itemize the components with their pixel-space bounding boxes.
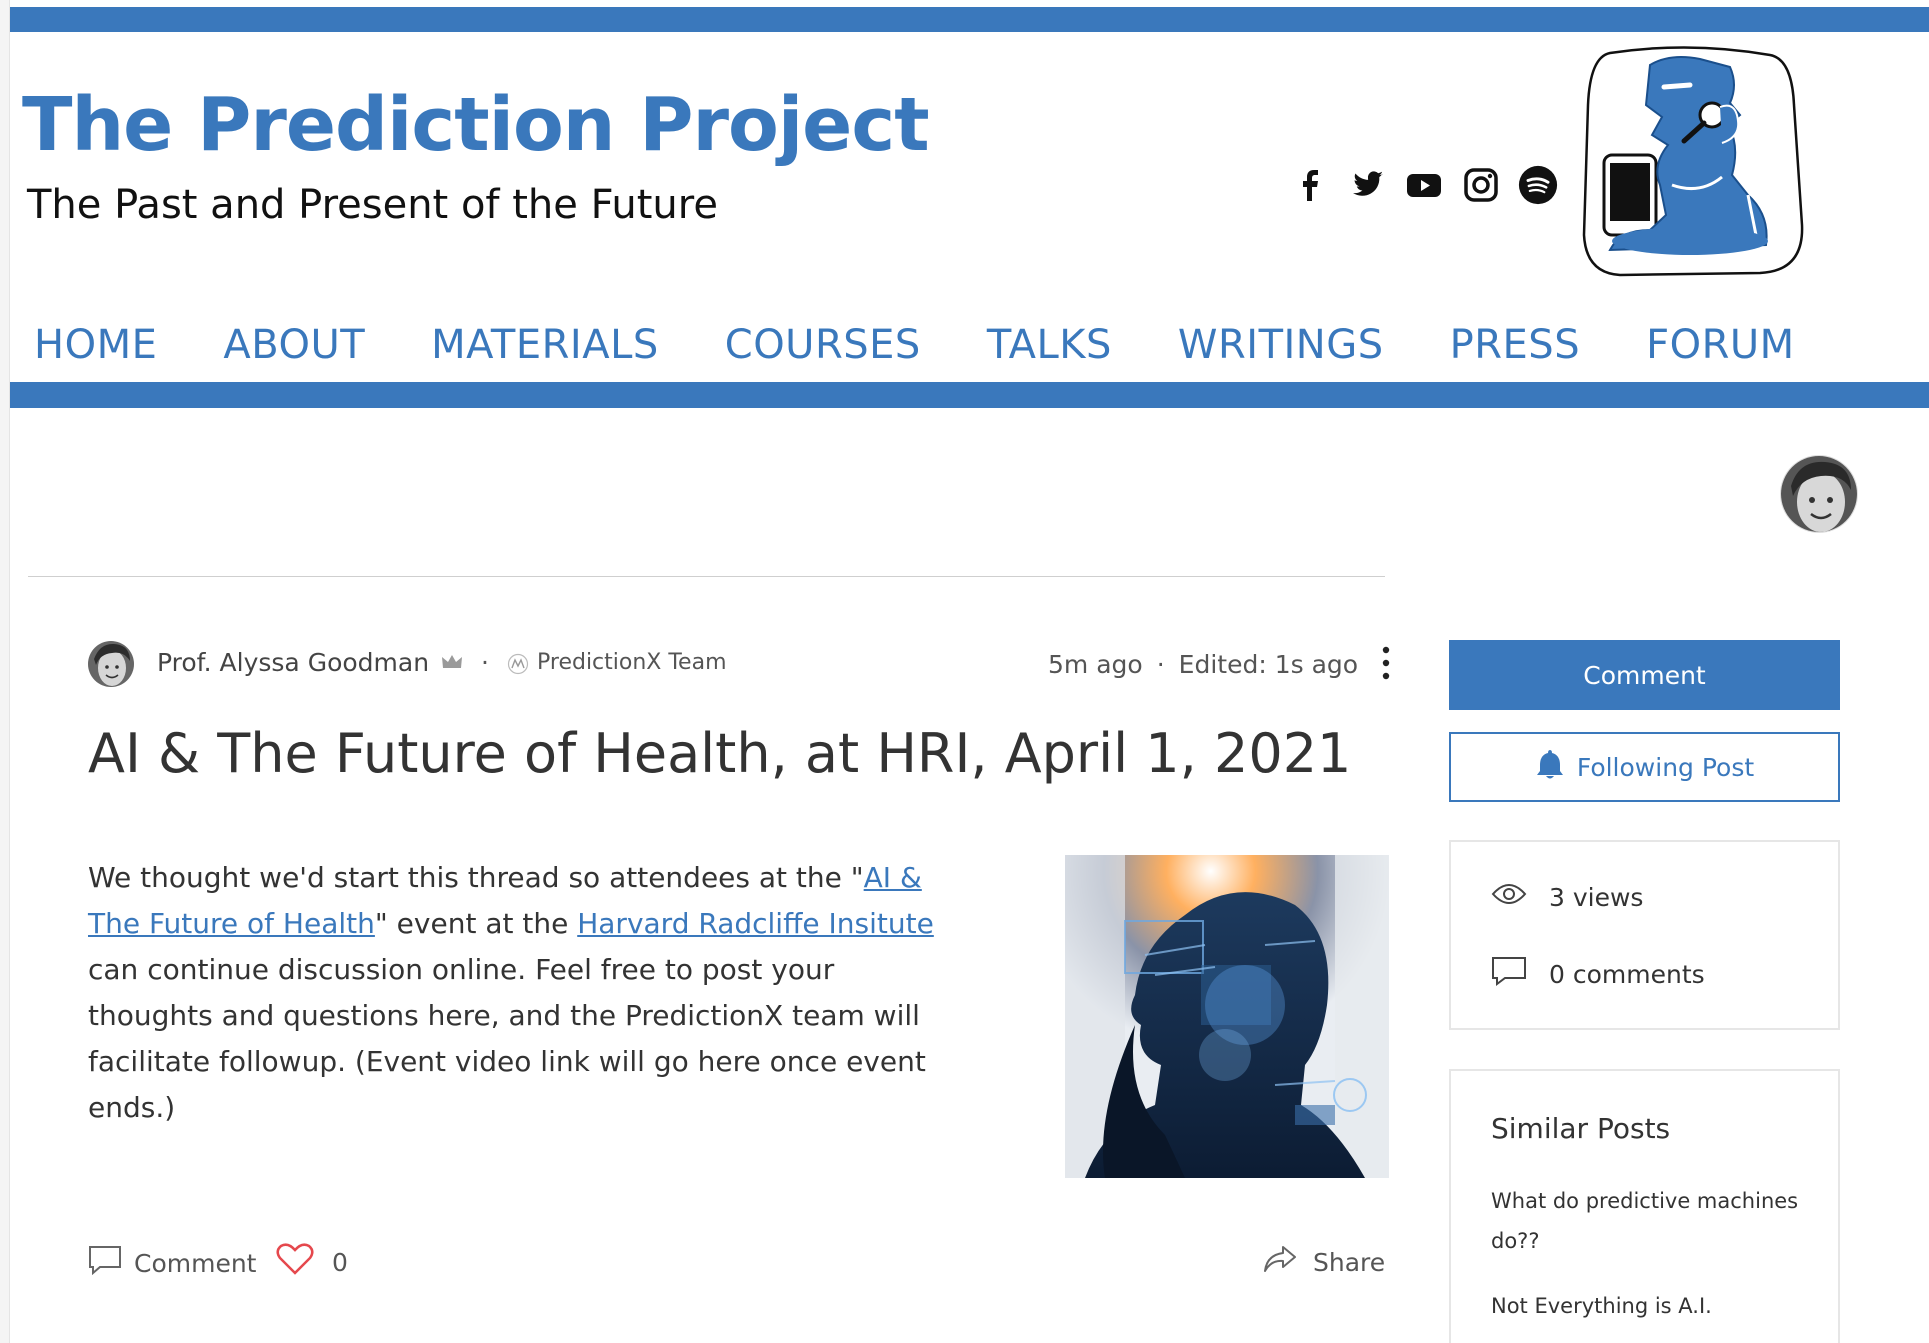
post-comment-label: Comment (134, 1248, 257, 1278)
site-tagline: The Past and Present of the Future (27, 182, 718, 228)
divider (28, 576, 1385, 577)
nav-item-courses[interactable]: COURSES (725, 322, 921, 368)
following-post-label: Following Post (1576, 752, 1755, 782)
post-share-action[interactable]: Share (1263, 1245, 1385, 1279)
nav-item-writings[interactable]: WRITINGS (1178, 322, 1384, 368)
bell-icon (1535, 748, 1565, 786)
more-actions-icon[interactable] (1379, 645, 1393, 681)
nav-item-forum[interactable]: FORUM (1646, 322, 1795, 368)
twitter-icon[interactable] (1347, 165, 1387, 205)
post-body-text-1: We thought we'd start this thread so att… (88, 861, 864, 894)
similar-post-item[interactable]: What do predictive machines do?? (1491, 1181, 1811, 1261)
views-count: 3 views (1549, 882, 1644, 912)
like-count: 0 (332, 1247, 348, 1277)
author-name[interactable]: Prof. Alyssa Goodman (157, 648, 429, 677)
window-edge (0, 0, 10, 1343)
post-title: AI & The Future of Health, at HRI, April… (88, 722, 1352, 785)
comment-icon (88, 1245, 122, 1281)
posted-time: 5m ago (1048, 650, 1143, 679)
eye-icon (1491, 882, 1527, 912)
user-avatar[interactable] (1780, 455, 1858, 533)
post-stats-card: 3 views 0 comments (1449, 840, 1840, 1030)
facebook-icon[interactable] (1290, 165, 1330, 205)
edited-time: Edited: 1s ago (1178, 650, 1359, 679)
social-bar (1290, 165, 1558, 205)
post-like-action[interactable]: 0 (276, 1243, 348, 1281)
post-meta: Prof. Alyssa Goodman · PredictionX Team (157, 648, 727, 677)
meta-separator: · (481, 648, 489, 677)
heart-icon[interactable] (276, 1243, 314, 1281)
author-team[interactable]: PredictionX Team (537, 650, 727, 675)
instagram-icon[interactable] (1461, 165, 1501, 205)
following-post-button[interactable]: Following Post (1449, 732, 1840, 802)
page: The Prediction Project The Past and Pres… (0, 0, 1929, 1343)
comment-button[interactable]: Comment (1449, 640, 1840, 710)
site-logo[interactable] (1580, 45, 1805, 277)
similar-posts-title: Similar Posts (1491, 1112, 1671, 1145)
nav-item-home[interactable]: HOME (34, 322, 157, 368)
post-timestamps: 5m ago · Edited: 1s ago (1048, 650, 1358, 679)
nav-item-talks[interactable]: TALKS (987, 322, 1112, 368)
time-separator: · (1156, 650, 1165, 679)
youtube-icon[interactable] (1404, 165, 1444, 205)
comments-count: 0 comments (1549, 959, 1705, 989)
nav-bottom-stripe (10, 382, 1929, 408)
similar-post-item[interactable]: Not Everything is A.I. (1491, 1286, 1811, 1326)
team-badge-icon (507, 652, 529, 674)
nav-item-about[interactable]: ABOUT (223, 322, 365, 368)
nav-item-press[interactable]: PRESS (1450, 322, 1580, 368)
site-title[interactable]: The Prediction Project (22, 82, 930, 168)
spotify-icon[interactable] (1518, 165, 1558, 205)
comments-stat: 0 comments (1491, 956, 1705, 992)
similar-posts-card: Similar Posts What do predictive machine… (1449, 1069, 1840, 1343)
main-nav: HOME ABOUT MATERIALS COURSES TALKS WRITI… (34, 322, 1795, 368)
post-body: We thought we'd start this thread so att… (88, 855, 958, 1131)
post-comment-action[interactable]: Comment (88, 1245, 257, 1281)
institute-link[interactable]: Harvard Radcliffe Insitute (577, 907, 934, 940)
crown-icon (441, 648, 463, 677)
views-stat: 3 views (1491, 882, 1643, 912)
share-icon (1263, 1245, 1297, 1279)
header-top-stripe (10, 7, 1929, 32)
share-label: Share (1313, 1247, 1386, 1277)
post-image[interactable] (1065, 855, 1389, 1178)
post-body-text-2: " event at the (374, 907, 578, 940)
post-body-text-3: can continue discussion online. Feel fre… (88, 953, 926, 1124)
comment-count-icon (1491, 956, 1527, 992)
nav-item-materials[interactable]: MATERIALS (431, 322, 659, 368)
author-avatar[interactable] (88, 641, 134, 687)
